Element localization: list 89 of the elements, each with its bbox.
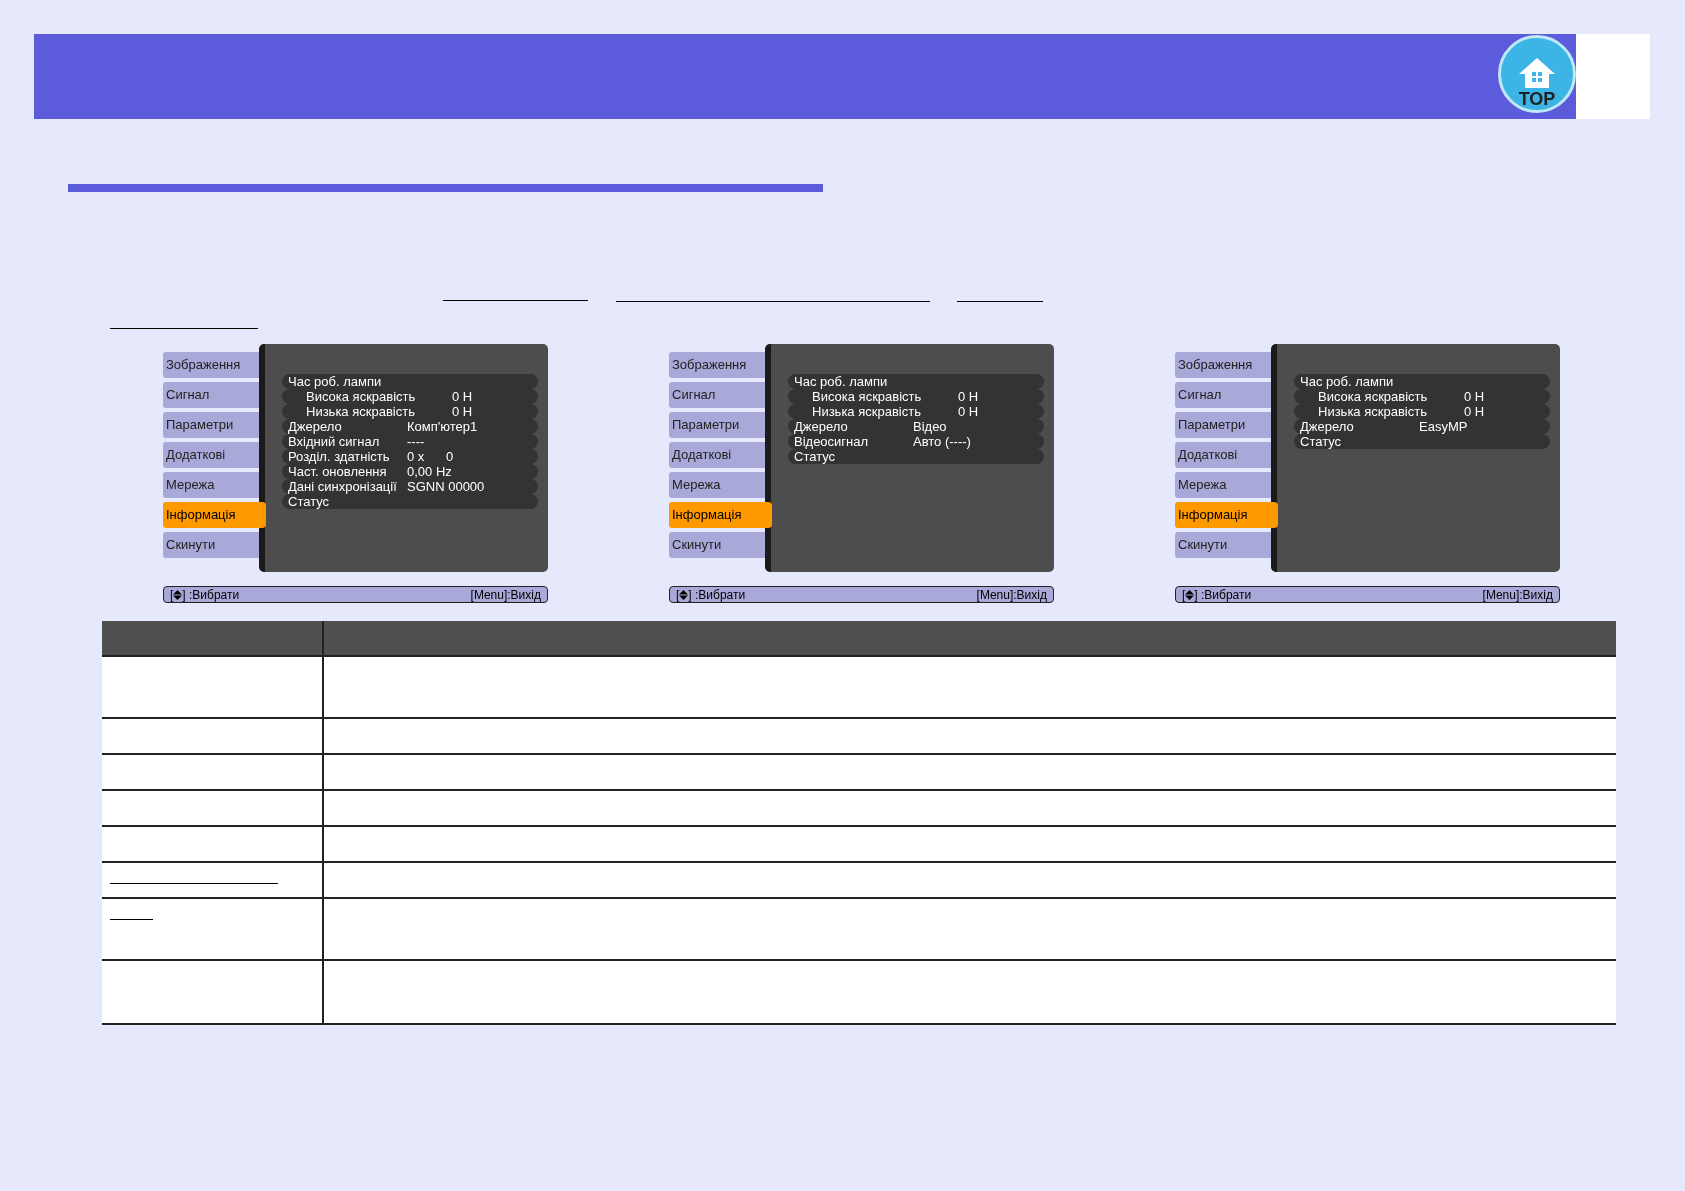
menu-row[interactable]: Низька яскравість 0 H <box>282 404 538 419</box>
menu-row[interactable]: Вхідний сигнал ---- <box>282 434 538 449</box>
menu-row[interactable]: Статус <box>282 494 538 509</box>
house-icon <box>1517 56 1557 90</box>
row-value: 0 x 0 <box>407 450 454 463</box>
menu-row[interactable]: Джерело Комп'ютер1 <box>282 419 538 434</box>
menu-row[interactable]: Статус <box>1294 434 1550 449</box>
menu-row[interactable]: Висока яскравість 0 H <box>1294 389 1550 404</box>
menu-tab[interactable]: Додаткові <box>669 442 765 468</box>
menu-tab[interactable]: Зображення <box>163 352 259 378</box>
row-label: Джерело <box>1299 420 1355 433</box>
menu-row[interactable]: Розділ. здатність 0 x 0 <box>282 449 538 464</box>
menu-tab[interactable]: Сигнал <box>1175 382 1271 408</box>
bracket-text: [ <box>676 588 680 601</box>
select-hint: ] :Вибрати <box>688 588 746 601</box>
row-label: Дані синхронізації <box>287 480 398 493</box>
row-value: 0 H <box>451 390 473 403</box>
row-label: Низька яскравість <box>811 405 922 418</box>
menu-tab[interactable]: Параметри <box>1175 412 1271 438</box>
menu-tab[interactable]: Зображення <box>1175 352 1271 378</box>
bracket-text: [ <box>170 588 174 601</box>
row-value: 0 H <box>1463 405 1485 418</box>
select-hint: ] :Вибрати <box>1194 588 1252 601</box>
row-label: Статус <box>287 495 331 508</box>
menu-tab[interactable]: Інформація <box>669 502 772 528</box>
menu-tab[interactable]: Додаткові <box>1175 442 1271 468</box>
row-value: Авто (----) <box>913 435 971 448</box>
menu-tab[interactable]: Інформація <box>1175 502 1278 528</box>
menu-tab[interactable]: Сигнал <box>163 382 259 408</box>
menu-tab[interactable]: Параметри <box>163 412 259 438</box>
menu-row[interactable]: Низька яскравість 0 H <box>788 404 1044 419</box>
exit-hint: [Menu]:Вихід <box>976 588 1047 601</box>
menu-row[interactable]: Джерело Відео <box>788 419 1044 434</box>
row-value: EasyMP <box>1419 420 1468 433</box>
row-label: Час роб. лампи <box>793 375 889 388</box>
menu-row[interactable]: Відеосигнал Авто (----) <box>788 434 1044 449</box>
menu-row[interactable]: Час роб. лампи <box>788 374 1044 389</box>
menu-tab[interactable]: Скинути <box>669 532 765 558</box>
row-label: Висока яскравість <box>811 390 923 403</box>
menu-tab[interactable]: Мережа <box>669 472 765 498</box>
menu-tab[interactable]: Додаткові <box>163 442 259 468</box>
menu-tab[interactable]: Мережа <box>163 472 259 498</box>
row-label: Част. оновлення <box>287 465 388 478</box>
menu-row[interactable]: Час роб. лампи <box>282 374 538 389</box>
row-value: 0,00 Hz <box>407 465 452 478</box>
top-label: TOP <box>1518 90 1556 108</box>
row-label: Висока яскравість <box>305 390 417 403</box>
row-value: 0 H <box>957 405 979 418</box>
menu-tab[interactable]: Мережа <box>1175 472 1271 498</box>
menu-row[interactable]: Висока яскравість 0 H <box>282 389 538 404</box>
up-down-icon <box>679 589 689 600</box>
up-down-icon <box>173 589 183 600</box>
row-label: Час роб. лампи <box>287 375 383 388</box>
row-value: 0 H <box>1463 390 1485 403</box>
row-value: Комп'ютер1 <box>407 420 478 433</box>
row-label: Висока яскравість <box>1317 390 1429 403</box>
menu-tab[interactable]: Скинути <box>163 532 259 558</box>
menu-row[interactable]: Статус <box>788 449 1044 464</box>
up-down-icon <box>1185 589 1195 600</box>
select-hint: ] :Вибрати <box>182 588 240 601</box>
menu-row[interactable]: Джерело EasyMP <box>1294 419 1550 434</box>
row-value: 0 H <box>451 405 473 418</box>
row-value: Відео <box>913 420 947 433</box>
row-value: ---- <box>407 435 425 448</box>
row-label: Відеосигнал <box>793 435 870 448</box>
menu-row[interactable]: Висока яскравість 0 H <box>788 389 1044 404</box>
menu-tab[interactable]: Інформація <box>163 502 266 528</box>
row-value: SGNN 00000 <box>407 480 485 493</box>
row-label: Розділ. здатність <box>287 450 391 463</box>
bracket-text: [ <box>1182 588 1186 601</box>
row-label: Вхідний сигнал <box>287 435 381 448</box>
menu-row[interactable]: Дані синхронізації SGNN 00000 <box>282 479 538 494</box>
menu-row[interactable]: Низька яскравість 0 H <box>1294 404 1550 419</box>
row-label: Джерело <box>287 420 343 433</box>
menu-tab[interactable]: Зображення <box>669 352 765 378</box>
exit-hint: [Menu]:Вихід <box>1482 588 1553 601</box>
row-label: Джерело <box>793 420 849 433</box>
menu-row[interactable]: Час роб. лампи <box>1294 374 1550 389</box>
row-label: Низька яскравість <box>305 405 416 418</box>
menu-tab[interactable]: Скинути <box>1175 532 1271 558</box>
menu-row[interactable]: Част. оновлення 0,00 Hz <box>282 464 538 479</box>
exit-hint: [Menu]:Вихід <box>470 588 541 601</box>
row-label: Час роб. лампи <box>1299 375 1395 388</box>
menu-tab[interactable]: Параметри <box>669 412 765 438</box>
row-value: 0 H <box>957 390 979 403</box>
row-label: Статус <box>793 450 837 463</box>
menu-tab[interactable]: Сигнал <box>669 382 765 408</box>
row-label: Статус <box>1299 435 1343 448</box>
row-label: Низька яскравість <box>1317 405 1428 418</box>
